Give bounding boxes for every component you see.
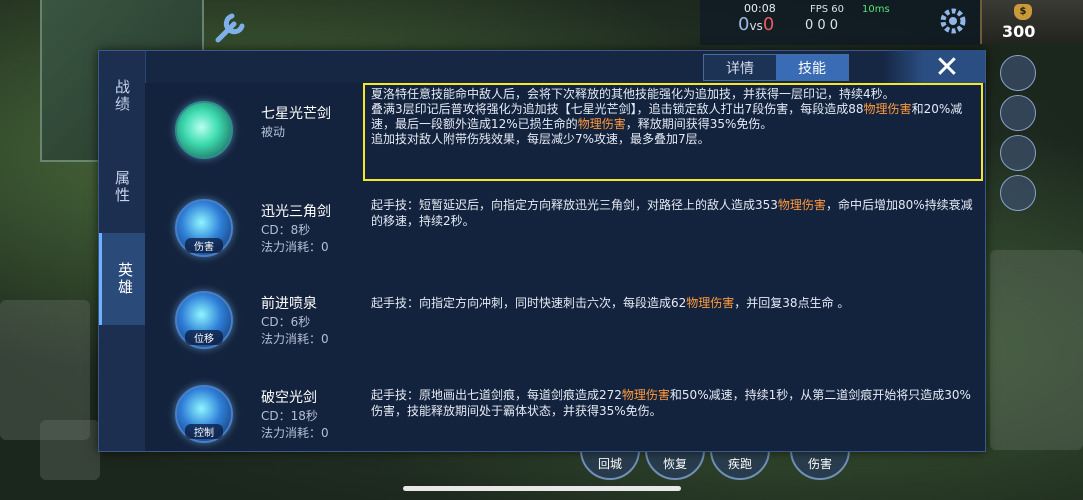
- side-tab-bar: 战绩 属性 英雄: [99, 51, 148, 451]
- damage-keyword: 物理伤害: [777, 198, 826, 212]
- skill-name: 七星光芒剑: [261, 106, 331, 122]
- triangle-sword-icon[interactable]: 伤害: [175, 199, 233, 257]
- fps-readout: FPS 60: [810, 4, 845, 15]
- damage-keyword: 物理伤害: [621, 388, 670, 402]
- skill-mana-cost: 法力消耗：0: [261, 426, 329, 440]
- skill-tag: 位移: [185, 330, 223, 345]
- skill-name: 破空光剑: [261, 390, 317, 406]
- score-vs: vs: [749, 19, 763, 33]
- skill-description: 起手技：原地画出七道剑痕，每道剑痕造成272物理伤害和50%减速，持续1秒，从第…: [371, 387, 979, 419]
- desc-line: 追加技对敌人附带伤残效果，每层减少7%攻速，最多叠加7层。: [371, 132, 710, 146]
- damage-keyword: 物理伤害: [577, 117, 626, 131]
- shield-icon[interactable]: [1000, 95, 1036, 131]
- skill-cooldown: CD：8秒: [261, 223, 311, 237]
- tab-details[interactable]: 详情: [704, 55, 776, 80]
- desc-text: 起手技：向指定方向冲刺，同时快速刺击六次，每段造成62: [371, 296, 687, 310]
- skill-description: 起手技：向指定方向冲刺，同时快速刺击六次，每段造成62物理伤害，并回复38点生命…: [371, 295, 979, 311]
- skill-cooldown: CD：6秒: [261, 315, 311, 329]
- wrench-icon[interactable]: [210, 8, 250, 48]
- skill-row-3: 控制 破空光剑 CD：18秒 法力消耗：0 起手技：原地画出七道剑痕，每道剑痕造…: [145, 367, 985, 459]
- gold-counter[interactable]: $ 300: [980, 0, 1083, 44]
- gold-amount: 300: [1002, 22, 1036, 41]
- score-red: 0: [762, 14, 775, 35]
- skill-name: 迅光三角剑: [261, 204, 331, 220]
- skill-row-passive: 七星光芒剑 被动 夏洛特任意技能命中敌人后，会将下次释放的其他技能强化为追加技，…: [145, 83, 985, 181]
- desc-text: ，并回复38点生命 。: [734, 296, 850, 310]
- home-indicator[interactable]: [403, 486, 681, 491]
- skill-name: 前进喷泉: [261, 296, 317, 312]
- fountain-dash-icon[interactable]: 位移: [175, 291, 233, 349]
- skill-list: 七星光芒剑 被动 夏洛特任意技能命中敌人后，会将下次释放的其他技能强化为追加技，…: [145, 83, 985, 451]
- desc-text: 起手技：短暂延迟后，向指定方向释放迅光三角剑，对路径上的敌人造成353: [371, 198, 778, 212]
- skill-tag: 伤害: [185, 238, 223, 253]
- skill-cooldown: CD：18秒: [261, 409, 318, 423]
- skill-row-2: 位移 前进喷泉 CD：6秒 法力消耗：0 起手技：向指定方向冲刺，同时快速刺击六…: [145, 273, 985, 365]
- tab-attributes[interactable]: 属性: [99, 141, 145, 233]
- score-blue: 0: [738, 14, 750, 35]
- sky-breaking-sword-icon[interactable]: 控制: [175, 385, 233, 443]
- tab-record[interactable]: 战绩: [99, 51, 145, 141]
- chat-icon[interactable]: [1000, 175, 1036, 211]
- tab-skills[interactable]: 技能: [776, 55, 848, 80]
- flag-icon[interactable]: [1000, 135, 1036, 171]
- skill-tag: 控制: [185, 424, 223, 439]
- kda-readout: 0 0 0: [805, 18, 839, 33]
- skill-description: 起手技：短暂延迟后，向指定方向释放迅光三角剑，对路径上的敌人造成353物理伤害，…: [371, 197, 979, 229]
- skill-mana-cost: 法力消耗：0: [261, 332, 329, 346]
- skill-row-1: 伤害 迅光三角剑 CD：8秒 法力消耗：0 起手技：短暂延迟后，向指定方向释放迅…: [145, 181, 985, 273]
- gear-icon[interactable]: [938, 6, 968, 36]
- skill-mana-cost: 法力消耗：0: [261, 240, 329, 254]
- sword-icon[interactable]: [1000, 55, 1036, 91]
- ping-readout: 10ms: [862, 4, 890, 15]
- skill-type: 被动: [261, 125, 286, 139]
- desc-text: ，释放期间获得35%免伤。: [625, 117, 773, 131]
- desc-text: 叠满3层印记后普攻将强化为追加技【七星光芒剑】，追击锁定敌人打出7段伤害，每段造…: [371, 102, 864, 116]
- tab-hero[interactable]: 英雄: [99, 233, 148, 325]
- skill-description: 夏洛特任意技能命中敌人后，会将下次释放的其他技能强化为追加技，并获得一层印记，持…: [371, 87, 971, 147]
- score-display: 0vs0: [738, 14, 774, 35]
- money-bag-icon: $: [1014, 4, 1032, 20]
- desc-line: 夏洛特任意技能命中敌人后，会将下次释放的其他技能强化为追加技，并获得一层印记，持…: [371, 87, 895, 101]
- damage-keyword: 物理伤害: [686, 296, 735, 310]
- top-tab-bar: 详情 技能: [703, 54, 849, 81]
- damage-keyword: 物理伤害: [863, 102, 912, 116]
- hero-info-panel: 战绩 属性 英雄 详情 技能 ✕ 七星光芒剑 被动 夏洛特任意技能命中敌人后，会…: [98, 50, 986, 452]
- seven-star-sword-icon[interactable]: [175, 101, 233, 159]
- close-icon[interactable]: ✕: [929, 51, 965, 87]
- desc-text: 起手技：原地画出七道剑痕，每道剑痕造成272: [371, 388, 622, 402]
